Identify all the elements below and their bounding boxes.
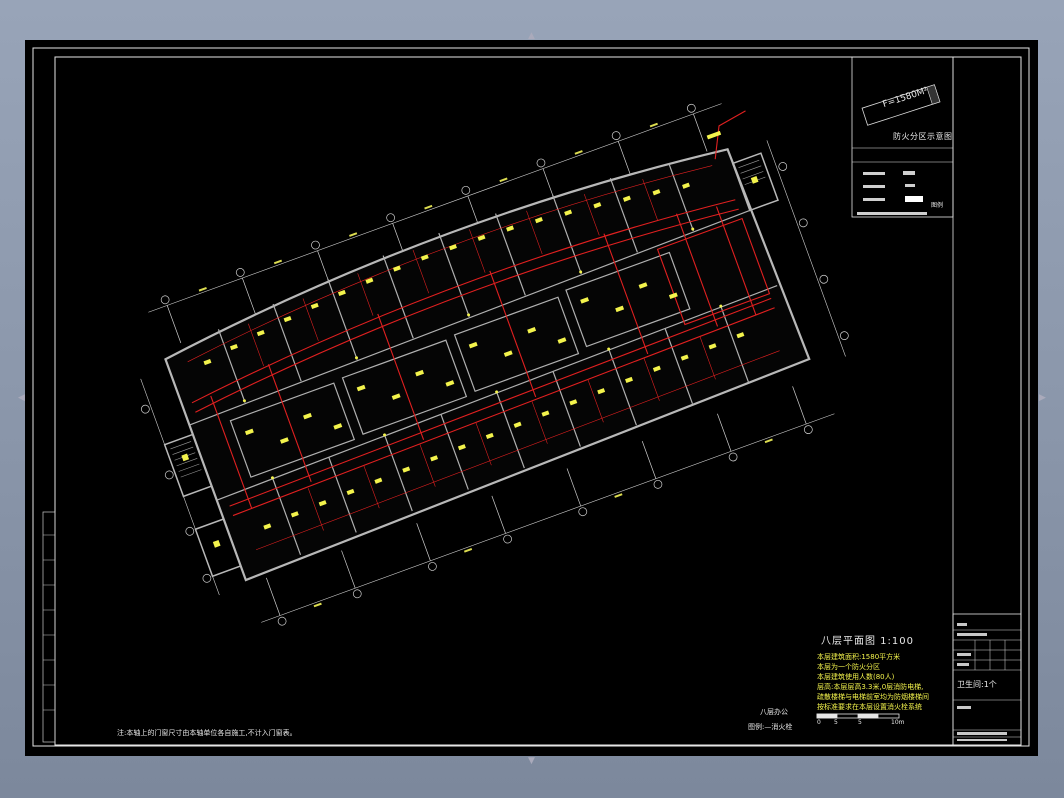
drawing-sheet xyxy=(32,47,1030,747)
note-line: 本层建筑使用人数(80人) xyxy=(817,673,895,681)
room-label: 八层办公 xyxy=(760,708,788,716)
scale-bar xyxy=(816,713,900,719)
pan-down-icon[interactable]: ▼ xyxy=(528,757,535,766)
legend-marker: 图例 xyxy=(931,202,944,209)
left-strip xyxy=(42,511,56,743)
note-line: 按标准要求在本层设置消火栓系统 xyxy=(817,703,922,711)
scale-label-5b: 5 xyxy=(858,719,862,726)
note-line: 疏散楼梯与电梯前室均为防烟楼梯间 xyxy=(817,693,929,701)
scale-label-0: 0 xyxy=(817,719,821,726)
pan-right-icon[interactable]: ▶ xyxy=(1039,394,1046,403)
floor-plan xyxy=(140,103,849,626)
hydrant-legend: 图例:—消火栓 xyxy=(748,723,793,731)
design-notes: 本层建筑面积:1580平方米 本层为一个防火分区 本层建筑使用人数(80人) 层… xyxy=(817,652,929,712)
fire-zone-title: 防火分区示意图 xyxy=(893,132,953,141)
note-line: 层高:本层层高3.3米,0层消防电梯, xyxy=(817,683,924,691)
scale-label-10m: 10m xyxy=(891,719,905,726)
note-line: 本层建筑面积:1580平方米 xyxy=(817,653,901,661)
pan-left-icon[interactable]: ◀ xyxy=(18,394,25,403)
footnote: 注:本轴上的门窗尺寸由本轴单位各自施工,不计入门窗表。 xyxy=(117,729,297,737)
cad-viewport[interactable]: F=1580M² 防火分区示意图 图例 八层平面图 1:100 本层建筑面积:1… xyxy=(25,40,1038,756)
toilet-count: 卫生间:1个 xyxy=(957,680,997,689)
scale-label-5a: 5 xyxy=(834,719,838,726)
note-line: 本层为一个防火分区 xyxy=(817,663,880,671)
pan-up-icon[interactable]: ▲ xyxy=(528,32,535,41)
plan-title: 八层平面图 1:100 xyxy=(821,636,914,647)
